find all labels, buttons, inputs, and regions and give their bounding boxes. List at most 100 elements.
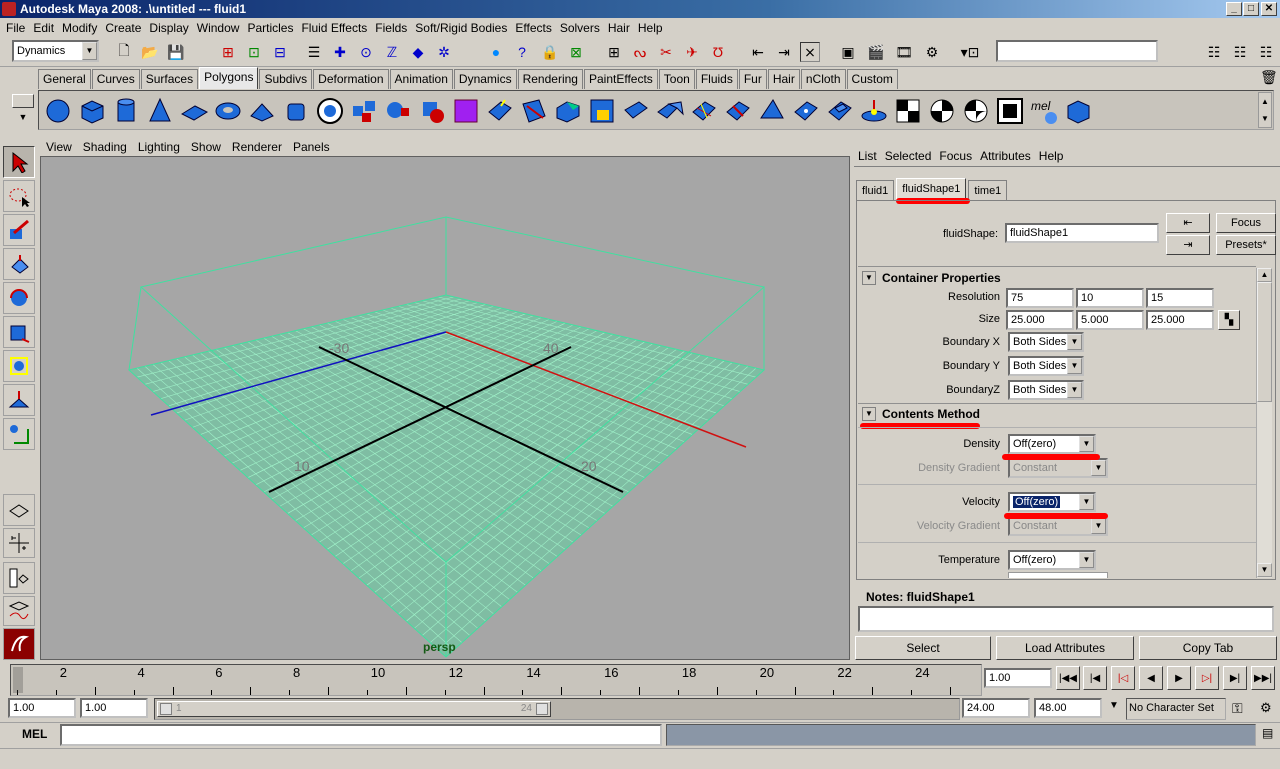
- ae-menu-attributes[interactable]: Attributes: [980, 149, 1031, 163]
- quick-input-field[interactable]: [996, 40, 1158, 62]
- viewport-menu-shading[interactable]: Shading: [83, 140, 127, 154]
- time-slider[interactable]: 2 4 6 8 10 12 14 16 18 20 22 24: [10, 664, 982, 696]
- ae-menu-help[interactable]: Help: [1039, 149, 1064, 163]
- select-button[interactable]: Select: [855, 636, 991, 660]
- ae-menu-focus[interactable]: Focus: [939, 149, 972, 163]
- boundary-x-dropdown[interactable]: Both Sides ▼: [1008, 332, 1084, 352]
- ae-scrollbar[interactable]: ▲ ▼: [1256, 268, 1272, 578]
- no-construction-icon[interactable]: ⨯: [800, 42, 820, 62]
- menu-fields[interactable]: Fields: [373, 21, 413, 35]
- select-tool-icon[interactable]: [3, 146, 35, 178]
- poly-cube-icon[interactable]: [77, 96, 107, 126]
- menu-display[interactable]: Display: [147, 21, 194, 35]
- shelf-tab-polygons[interactable]: Polygons: [199, 67, 259, 89]
- menu-particles[interactable]: Particles: [245, 21, 299, 35]
- mel-script-icon[interactable]: mel: [1029, 96, 1059, 126]
- current-frame-field[interactable]: 1.00: [984, 668, 1052, 688]
- snap-curve-icon[interactable]: ⊙: [356, 42, 376, 62]
- menu-modify[interactable]: Modify: [60, 21, 103, 35]
- copy-tab-button[interactable]: Copy Tab: [1139, 636, 1277, 660]
- scroll-down-icon[interactable]: ▼: [1257, 563, 1272, 577]
- poly-soccer-ball-icon[interactable]: [315, 96, 345, 126]
- resolution-z-field[interactable]: 15: [1146, 288, 1214, 308]
- move-tool-icon[interactable]: [3, 248, 35, 280]
- resolution-y-field[interactable]: 10: [1076, 288, 1144, 308]
- auto-key-icon[interactable]: ⚿: [1232, 700, 1243, 717]
- animation-end-field[interactable]: 48.00: [1034, 698, 1102, 718]
- perspective-viewport[interactable]: -30 40 10 20 persp: [40, 156, 850, 660]
- go-to-end-icon[interactable]: ▶▶|: [1251, 666, 1275, 690]
- shelf-tab-rendering[interactable]: Rendering: [517, 69, 583, 89]
- go-to-output-button[interactable]: ⇥: [1166, 235, 1210, 255]
- four-view-layout-icon[interactable]: [3, 528, 35, 558]
- shelf-tab-fur[interactable]: Fur: [738, 69, 767, 89]
- command-input[interactable]: [60, 724, 662, 746]
- step-back-key-icon[interactable]: |◀: [1083, 666, 1107, 690]
- duplicate-face-icon[interactable]: [825, 96, 855, 126]
- go-to-start-icon[interactable]: |◀◀: [1056, 666, 1080, 690]
- viewport-menu-show[interactable]: Show: [191, 140, 221, 154]
- paint-select-tool-icon[interactable]: [3, 214, 35, 246]
- select-hierarchy-icon[interactable]: ⊞: [218, 42, 238, 62]
- minimize-button[interactable]: _: [1226, 2, 1242, 16]
- trash-icon[interactable]: 🗑: [1260, 69, 1278, 86]
- construction-history-icon[interactable]: ✈: [682, 42, 702, 62]
- shelf-tab-painteffects[interactable]: PaintEffects: [583, 69, 658, 89]
- shelf-tab-curves[interactable]: Curves: [91, 69, 140, 89]
- sculpt-tool-icon[interactable]: [859, 96, 889, 126]
- map-button[interactable]: ▚: [1218, 310, 1240, 330]
- insert-edge-loop-icon[interactable]: [689, 96, 719, 126]
- split-edge-ring-icon[interactable]: [723, 96, 753, 126]
- node-name-field[interactable]: fluidShape1: [1005, 223, 1159, 243]
- show-manipulator-icon[interactable]: [3, 418, 35, 450]
- poke-face-icon[interactable]: [791, 96, 821, 126]
- scale-tool-icon[interactable]: [3, 316, 35, 348]
- play-forward-icon[interactable]: ▶: [1167, 666, 1191, 690]
- ae-menu-selected[interactable]: Selected: [885, 149, 932, 163]
- output-connections-icon[interactable]: ⇥: [774, 42, 794, 62]
- attribute-editor-toggle-icon[interactable]: ☷: [1204, 42, 1224, 62]
- input-ops-icon[interactable]: ᔓ: [630, 42, 650, 62]
- persp-outliner-layout-icon[interactable]: [3, 562, 35, 594]
- help-query-icon[interactable]: ?: [512, 42, 532, 62]
- save-scene-icon[interactable]: 💾: [166, 42, 186, 62]
- viewport-menu-renderer[interactable]: Renderer: [232, 140, 282, 154]
- shelf-tab-fluids[interactable]: Fluids: [695, 69, 738, 89]
- single-perspective-layout-icon[interactable]: [3, 494, 35, 526]
- shelf-tab-hair[interactable]: Hair: [767, 69, 800, 89]
- contents-method-header[interactable]: ▼ Contents Method: [860, 404, 1254, 424]
- scroll-up-icon[interactable]: ▲: [1257, 268, 1272, 282]
- ipr-render-icon[interactable]: 🎞: [894, 42, 914, 62]
- rotate-tool-icon[interactable]: [3, 282, 35, 314]
- make-live-icon[interactable]: ✲: [434, 42, 454, 62]
- scene-view[interactable]: -30 40 10 20 persp: [41, 157, 850, 660]
- menu-create[interactable]: Create: [103, 21, 147, 35]
- snap-grid-icon[interactable]: ✚: [330, 42, 350, 62]
- soft-modification-icon[interactable]: [3, 384, 35, 416]
- split-polygon-icon[interactable]: [519, 96, 549, 126]
- ae-menu-list[interactable]: List: [858, 149, 877, 163]
- boolean-union-icon[interactable]: [417, 96, 447, 126]
- shelf-tab-general[interactable]: General: [38, 69, 91, 89]
- viewport-menu-view[interactable]: View: [46, 140, 72, 154]
- animation-start-field[interactable]: 1.00: [8, 698, 76, 718]
- poly-pipe-icon[interactable]: [281, 96, 311, 126]
- range-start-handle[interactable]: [160, 703, 172, 715]
- shelf-tab-toon[interactable]: Toon: [658, 69, 695, 89]
- presets-button[interactable]: Presets*: [1216, 235, 1276, 255]
- poly-sphere-icon[interactable]: [43, 96, 73, 126]
- fill-hole-icon[interactable]: [621, 96, 651, 126]
- extract-icon[interactable]: [587, 96, 617, 126]
- boundary-z-dropdown[interactable]: Both Sides ▼: [1008, 380, 1084, 400]
- input-connections-icon[interactable]: ⇤: [748, 42, 768, 62]
- current-time-marker[interactable]: [13, 667, 23, 693]
- menu-window[interactable]: Window: [195, 21, 246, 35]
- velocity-dropdown[interactable]: Off(zero) ▼: [1008, 492, 1096, 512]
- render-view-icon[interactable]: ▣: [838, 42, 858, 62]
- persp-graph-layout-icon[interactable]: [3, 596, 35, 626]
- menu-set-dropdown[interactable]: Dynamics ▼: [12, 40, 99, 62]
- menu-help[interactable]: Help: [636, 21, 669, 35]
- sphere-icon[interactable]: ●: [486, 42, 506, 62]
- extrude-icon[interactable]: [485, 96, 515, 126]
- range-end-handle[interactable]: [536, 703, 548, 715]
